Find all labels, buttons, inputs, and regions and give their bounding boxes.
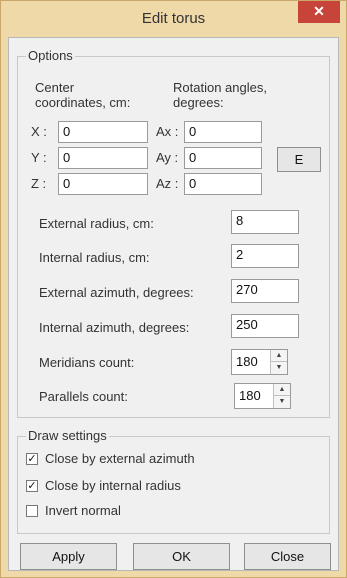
invert-normal-checkbox[interactable] — [26, 505, 38, 517]
close-external-azimuth-checkbox[interactable]: ✓ — [26, 453, 38, 465]
ay-label: Ay : — [156, 150, 179, 165]
close-internal-radius-checkbox[interactable]: ✓ — [26, 480, 38, 492]
meridians-spinner[interactable]: ▲ ▼ — [270, 350, 287, 374]
close-external-azimuth-label[interactable]: Close by external azimuth — [45, 451, 195, 466]
ax-angle-field[interactable]: 0 — [184, 121, 262, 143]
dialog-window: Edit torus ✕ Options Center coordinates,… — [0, 0, 347, 578]
rotation-label-line1: Rotation angles, — [173, 80, 267, 95]
external-azimuth-field[interactable]: 270 — [231, 279, 299, 303]
title-bar[interactable]: Edit torus ✕ — [1, 1, 346, 37]
spin-up-icon[interactable]: ▲ — [271, 350, 287, 362]
window-title: Edit torus — [141, 10, 206, 27]
center-label-line2: coordinates, cm: — [35, 95, 131, 110]
spin-up-icon[interactable]: ▲ — [274, 384, 290, 396]
window-close-button[interactable]: ✕ — [298, 1, 340, 23]
external-radius-field[interactable]: 8 — [231, 210, 299, 234]
close-button[interactable]: Close — [244, 543, 331, 570]
y-coordinate-field[interactable]: 0 — [58, 147, 148, 169]
internal-azimuth-field[interactable]: 250 — [231, 314, 299, 338]
internal-radius-field[interactable]: 2 — [231, 244, 299, 268]
az-angle-field[interactable]: 0 — [184, 173, 262, 195]
close-internal-radius-label[interactable]: Close by internal radius — [45, 478, 181, 493]
internal-radius-label: Internal radius, cm: — [39, 250, 150, 265]
dialog-client-area: Options Center coordinates, cm: Rotation… — [8, 37, 339, 571]
spin-down-icon[interactable]: ▼ — [274, 396, 290, 407]
draw-settings-group-title: Draw settings — [26, 428, 109, 443]
spin-down-icon[interactable]: ▼ — [271, 362, 287, 373]
meridians-count-label: Meridians count: — [39, 355, 135, 370]
external-radius-label: External radius, cm: — [39, 216, 154, 231]
e-button[interactable]: E — [277, 147, 321, 172]
y-label: Y : — [31, 150, 47, 165]
parallels-spinner[interactable]: ▲ ▼ — [273, 384, 290, 408]
checkmark-icon: ✓ — [27, 480, 37, 492]
internal-azimuth-label: Internal azimuth, degrees: — [39, 320, 190, 335]
invert-normal-label[interactable]: Invert normal — [45, 503, 121, 518]
x-label: X : — [31, 124, 47, 139]
checkmark-icon: ✓ — [27, 453, 37, 465]
close-icon: ✕ — [313, 3, 325, 19]
z-label: Z : — [31, 176, 47, 191]
az-label: Az : — [156, 176, 179, 191]
center-label-line1: Center — [35, 80, 75, 95]
z-coordinate-field[interactable]: 0 — [58, 173, 148, 195]
ay-angle-field[interactable]: 0 — [184, 147, 262, 169]
draw-settings-group: Draw settings ✓ Close by external azimut… — [17, 428, 330, 534]
ax-label: Ax : — [156, 124, 179, 139]
x-coordinate-field[interactable]: 0 — [58, 121, 148, 143]
rotation-label-line2: degrees: — [173, 95, 224, 110]
parallels-count-label: Parallels count: — [39, 389, 128, 404]
external-azimuth-label: External azimuth, degrees: — [39, 285, 194, 300]
options-group-title: Options — [26, 48, 75, 63]
apply-button[interactable]: Apply — [20, 543, 117, 570]
ok-button[interactable]: OK — [133, 543, 230, 570]
options-group: Options Center coordinates, cm: Rotation… — [17, 48, 330, 418]
